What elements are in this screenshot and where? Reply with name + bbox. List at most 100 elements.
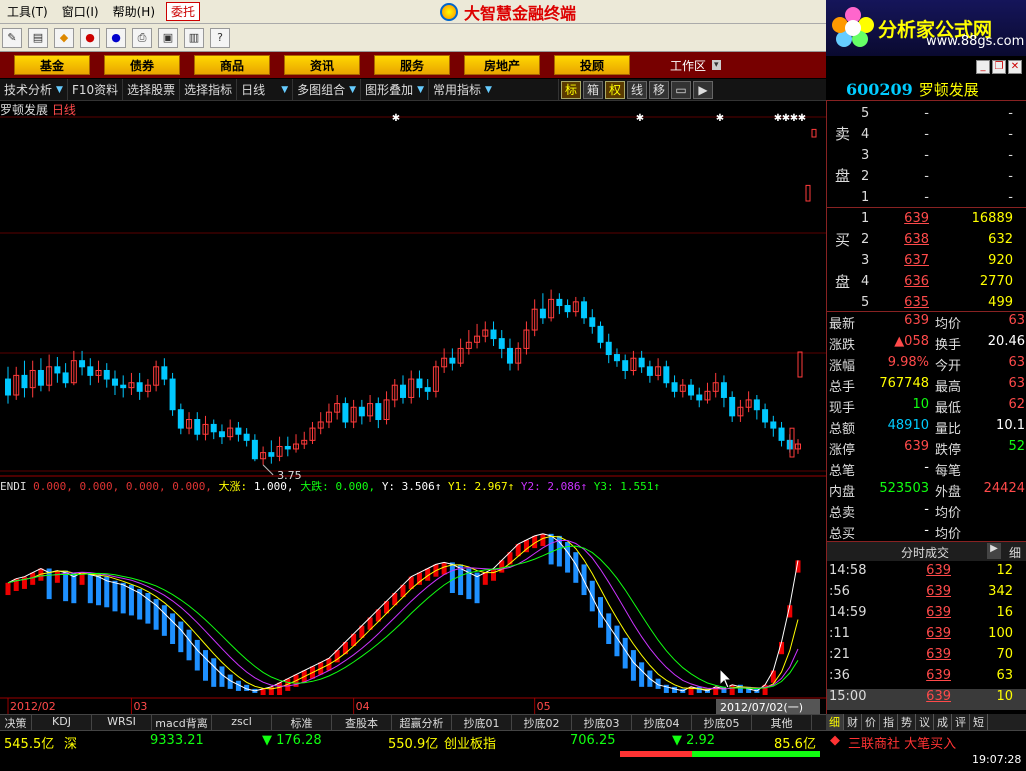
sell-row[interactable]: 4-- <box>827 124 1026 145</box>
indicator-tab[interactable]: 超赢分析 <box>392 715 452 730</box>
indicator-tab[interactable]: 标准 <box>272 715 332 730</box>
flower-logo-icon <box>832 7 874 49</box>
indicator-tab[interactable]: 决策 <box>0 715 32 730</box>
category-fund[interactable]: 基金 <box>14 55 90 75</box>
buy-row[interactable]: 4 636 2770 <box>827 271 1026 292</box>
move-button[interactable]: 移 <box>649 80 670 99</box>
quote-tab[interactable]: 价 <box>862 714 880 730</box>
news-ticker[interactable]: 三联商社 大笔买入 <box>848 733 956 752</box>
candle <box>564 305 571 313</box>
indicator-tab[interactable]: 其他 <box>752 715 812 730</box>
quote-tab[interactable]: 成 <box>934 714 952 730</box>
indicator-line-y1 <box>7 535 799 690</box>
menu-tools[interactable]: 工具(T) <box>0 3 55 20</box>
category-advisor[interactable]: 投顾 <box>554 55 630 75</box>
report-icon[interactable]: ▤ <box>28 27 48 48</box>
candle <box>21 374 28 389</box>
indicator-tab[interactable]: 抄底03 <box>572 715 632 730</box>
indicator-tab[interactable]: 抄底04 <box>632 715 692 730</box>
sell-row[interactable]: 3-- <box>827 145 1026 166</box>
sell-row[interactable]: 1-- <box>827 187 1026 208</box>
play-icon[interactable]: ▶ <box>693 80 714 99</box>
minimize-icon[interactable]: _ <box>976 60 990 74</box>
candle <box>342 403 349 423</box>
kline-chart[interactable]: 3.75✱✱✱✱✱✱✱2012/02030405062012/07/02(一) <box>0 101 826 714</box>
candle <box>671 382 678 392</box>
close-icon[interactable]: ✕ <box>1008 60 1022 74</box>
category-service[interactable]: 服务 <box>374 55 450 75</box>
indicator-bar <box>211 658 217 687</box>
candle <box>37 369 44 386</box>
buy-row[interactable]: 3 637 920 <box>827 250 1026 271</box>
category-bond[interactable]: 债券 <box>104 55 180 75</box>
tick-row: :56 639 342 <box>829 584 1013 599</box>
select-indicator-button[interactable]: 选择指标 <box>180 78 238 101</box>
x-tick-label: 05 <box>537 700 551 713</box>
ticks-header: 分时成交 ▶ 细 <box>827 541 1026 561</box>
quote-tab[interactable]: 指 <box>880 714 898 730</box>
panel-icon[interactable]: ▭ <box>671 80 692 99</box>
buy-row[interactable]: 2 638 632 <box>827 229 1026 250</box>
stock-header: 600209 罗顿发展 <box>826 79 1026 101</box>
overlay-menu[interactable]: 图形叠加 ▼ <box>361 78 430 101</box>
tech-analysis-menu[interactable]: 技术分析 ▼ <box>0 78 68 101</box>
indicator-tab[interactable]: 抄底05 <box>692 715 752 730</box>
cyb-change: ▼ 2.92 <box>672 733 716 748</box>
indicator-bar <box>87 572 93 604</box>
indicator-bar <box>268 686 274 695</box>
sell-row[interactable]: 5-- <box>827 103 1026 124</box>
delegate-button[interactable]: 委托 <box>166 2 201 21</box>
period-select[interactable]: 日线 ▼ <box>237 78 294 101</box>
marker-dot: ✱ <box>798 113 806 124</box>
indicator-tab[interactable]: 抄底01 <box>452 715 512 730</box>
category-commodity[interactable]: 商品 <box>194 55 270 75</box>
indicator-tab[interactable]: WRSI <box>92 715 152 730</box>
multi-chart-menu[interactable]: 多图组合 ▼ <box>293 78 362 101</box>
common-indicator-menu[interactable]: 常用指标 ▼ <box>429 78 560 101</box>
diamond-icon[interactable]: ◆ <box>54 27 74 48</box>
indicator-tab[interactable]: macd背离 <box>152 715 212 730</box>
pencil-icon[interactable]: ✎ <box>2 27 22 48</box>
category-news[interactable]: 资讯 <box>284 55 360 75</box>
candle <box>797 351 803 378</box>
window-icon[interactable]: ▣ <box>158 27 178 48</box>
select-stock-button[interactable]: 选择股票 <box>123 78 181 101</box>
quote-stat-row: 总额 48910 量比 10.1 <box>829 418 1025 437</box>
f10-button[interactable]: F10资料 <box>68 78 124 101</box>
quote-tab[interactable]: 短 <box>970 714 988 730</box>
arrow-right-icon[interactable]: ▶ <box>987 543 1001 559</box>
quote-tab[interactable]: 细 <box>826 714 844 730</box>
app-logo-icon <box>440 3 458 21</box>
menu-window[interactable]: 窗口(I) <box>55 3 106 20</box>
category-realestate[interactable]: 房地产 <box>464 55 540 75</box>
rights-button[interactable]: 权 <box>605 80 626 99</box>
print-icon[interactable]: ⎙ <box>132 27 152 48</box>
marker-dot: ✱ <box>636 113 644 124</box>
indicator-tab[interactable]: 查股本 <box>332 715 392 730</box>
blue-circle-icon[interactable]: ● <box>106 27 126 48</box>
help-cursor-icon[interactable]: ? <box>210 27 230 48</box>
app-title: 大智慧金融终端 <box>440 1 576 23</box>
quote-tab[interactable]: 势 <box>898 714 916 730</box>
books-icon[interactable]: ▥ <box>184 27 204 48</box>
menu-help[interactable]: 帮助(H) <box>106 3 162 20</box>
candle <box>539 308 546 319</box>
indicator-bar <box>491 568 497 581</box>
workarea-dropdown[interactable]: 工作区 ▾ <box>670 52 721 78</box>
restore-icon[interactable]: ❐ <box>992 60 1006 74</box>
quote-tab[interactable]: 财 <box>844 714 862 730</box>
indicator-tab[interactable]: zscl <box>212 715 272 730</box>
indicator-tab[interactable]: 抄底02 <box>512 715 572 730</box>
quote-tab[interactable]: 评 <box>952 714 970 730</box>
mark-button[interactable]: 标 <box>561 80 582 99</box>
line-button[interactable]: 线 <box>627 80 648 99</box>
red-circle-icon[interactable]: ● <box>80 27 100 48</box>
indicator-bar <box>120 582 126 614</box>
buy-row[interactable]: 1 639 16889 <box>827 208 1026 229</box>
quote-tab[interactable]: 议 <box>916 714 934 730</box>
sell-row[interactable]: 2-- <box>827 166 1026 187</box>
box-button[interactable]: 箱 <box>583 80 604 99</box>
buy-row[interactable]: 5 635 499 <box>827 292 1026 313</box>
indicator-tab[interactable]: KDJ <box>32 715 92 730</box>
quote-stat-row: 总手 767748 最高 63 <box>829 376 1025 395</box>
